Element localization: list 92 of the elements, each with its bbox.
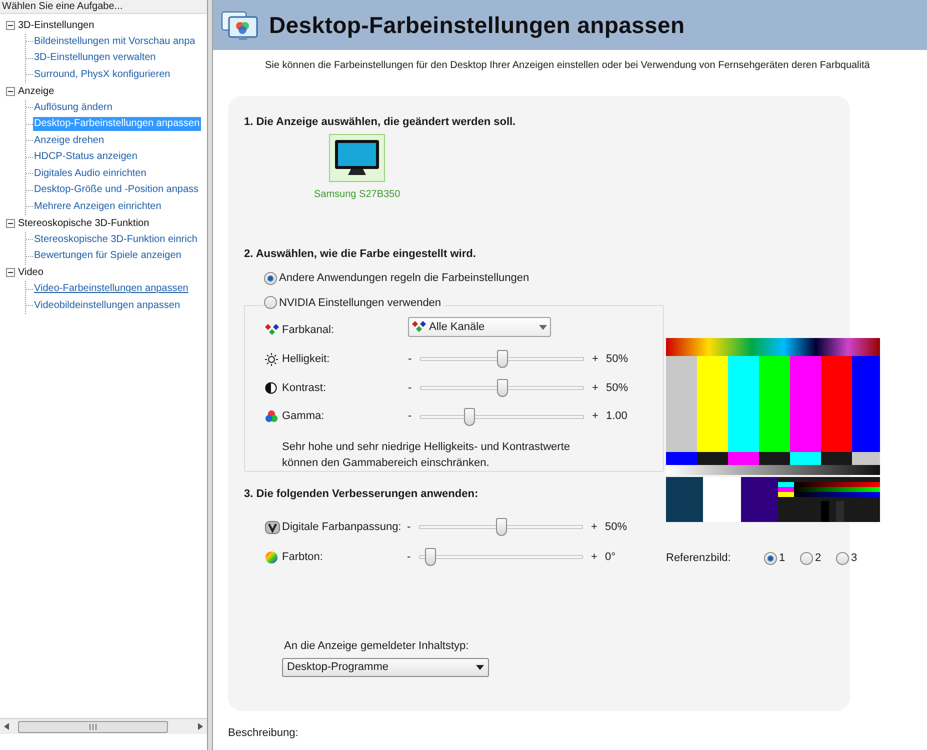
section-heading: 2. Auswählen, wie die Farbe eingestellt wird. <box>244 247 477 260</box>
scroll-left-icon[interactable] <box>4 723 9 730</box>
scroll-right-icon[interactable] <box>198 723 203 730</box>
plus-label: + <box>592 409 600 424</box>
option-label: 3 <box>851 551 858 566</box>
tree-item[interactable]: Mehrere Anzeigen einrichten <box>33 200 162 214</box>
minus-label: - <box>407 550 412 565</box>
slider[interactable] <box>420 406 584 427</box>
value-reading: 1.00 <box>606 409 628 424</box>
slider[interactable] <box>420 378 584 398</box>
note-text: Sehr hohe und sehr niedrige Helligkeits- und Kontrastwerte können den Gammabereich einschränken. <box>281 440 571 471</box>
control-label: Kontrast: <box>282 380 328 396</box>
collapse-icon[interactable] <box>6 86 15 96</box>
slider-thumb[interactable] <box>496 350 508 368</box>
slider-thumb[interactable] <box>425 548 436 566</box>
slider-thumb[interactable] <box>496 378 508 397</box>
collapse-icon[interactable] <box>6 20 15 30</box>
value-reading: 50% <box>606 380 628 396</box>
slider-thumb[interactable] <box>496 518 506 536</box>
page-title: Desktop-Farbeinstellungen anpassen <box>269 10 685 40</box>
minus-label: - <box>408 352 413 367</box>
value-reading: 50% <box>605 520 628 535</box>
minus-label: - <box>408 409 413 424</box>
tree-group[interactable]: Stereoskopische 3D-Funktion <box>18 216 150 231</box>
plus-label: + <box>592 380 600 396</box>
page-description: Sie können die Farbeinstellungen für den Desktop Ihrer Anzeigen einstellen oder bei Verwendung von Fernsehgeräten deren Farbqualitä <box>264 59 871 72</box>
panel-header: Wählen Sie eine Aufgabe... <box>0 0 207 14</box>
tree-item[interactable]: Bildeinstellungen mit Vorschau anpa <box>33 34 196 49</box>
slider-thumb[interactable] <box>464 408 476 426</box>
option-label: NVIDIA Einstellungen verwenden <box>279 296 442 310</box>
content-type-label: An die Anzeige gemeldeter Inhaltstyp: <box>283 639 470 654</box>
tree-item[interactable]: Digitales Audio einrichten <box>33 166 148 181</box>
tree-item[interactable]: Videobildeinstellungen anpassen <box>33 298 182 313</box>
caret-icon <box>476 664 484 670</box>
tree-group[interactable]: Video <box>18 265 44 280</box>
tree-item[interactable]: Anzeige drehen <box>33 134 106 148</box>
collapse-icon[interactable] <box>6 268 15 278</box>
radio-button[interactable] <box>764 552 777 565</box>
radio-button[interactable] <box>264 296 277 310</box>
contrast-icon <box>265 382 277 394</box>
option-label: 1 <box>779 551 786 566</box>
control-label: Helligkeit: <box>282 352 331 367</box>
tree-item[interactable]: Desktop-Größe und -Position anpass <box>33 183 200 198</box>
badge-icon <box>265 520 280 534</box>
tree-group[interactable]: Anzeige <box>18 84 54 99</box>
option-label: 2 <box>815 551 822 566</box>
tree-item[interactable]: 3D-Einstellungen verwalten <box>33 51 157 66</box>
control-label: Gamma: <box>282 409 326 424</box>
display-tile[interactable] <box>329 134 386 182</box>
tree-item[interactable]: Bewertungen für Spiele anzeigen <box>33 249 182 264</box>
color-wheel-icon <box>265 550 278 564</box>
display-name: Samsung S27B350 <box>314 188 400 202</box>
value-reading: 0° <box>605 550 616 565</box>
plus-label: + <box>591 520 598 535</box>
tree-item[interactable]: Stereoskopische 3D-Funktion einrich <box>33 232 198 247</box>
plus-label: + <box>592 352 600 367</box>
minus-label: - <box>408 380 413 396</box>
control-label: Digitale Farbanpassung: <box>282 520 402 535</box>
tree-item[interactable]: Surround, PhysX konfigurieren <box>33 68 172 82</box>
radio-button[interactable] <box>800 552 813 565</box>
radio-button[interactable] <box>836 552 849 565</box>
content-type-dropdown[interactable]: Desktop-Programme <box>282 658 489 676</box>
gems-icon <box>265 324 279 336</box>
reference-label: Referenzbild: <box>666 551 732 566</box>
radio-button[interactable] <box>264 272 277 285</box>
control-label: Farbton: <box>282 550 324 565</box>
tree-item[interactable]: Video-Farbeinstellungen anpassen <box>33 282 190 296</box>
tree-item[interactable]: HDCP-Status anzeigen <box>33 150 138 164</box>
section-heading: 3. Die folgenden Verbesserungen anwenden: <box>244 487 480 500</box>
minus-label: - <box>407 520 412 535</box>
control-label: Farbkanal: <box>282 323 335 338</box>
slider[interactable] <box>420 349 584 370</box>
channel-dropdown[interactable]: Alle Kanäle <box>408 317 551 338</box>
tree-item[interactable]: Auflösung ändern <box>33 100 114 115</box>
description-label: Beschreibung: <box>228 726 300 741</box>
grip-icon <box>88 724 98 730</box>
scrollbar-thumb[interactable] <box>18 720 168 732</box>
collapse-icon[interactable] <box>6 218 15 228</box>
plus-label: + <box>591 550 598 565</box>
value-reading: 50% <box>606 352 628 367</box>
sun-icon <box>265 352 278 366</box>
caret-icon <box>539 324 547 330</box>
slider[interactable] <box>419 517 583 537</box>
slider[interactable] <box>419 547 583 567</box>
color-circles-icon <box>265 410 278 424</box>
monitors-icon <box>221 9 259 41</box>
section-heading: 1. Die Anzeige auswählen, die geändert werden soll. <box>244 115 517 128</box>
gems-icon <box>412 321 426 334</box>
horizontal-scrollbar[interactable] <box>0 718 207 734</box>
tree-group[interactable]: 3D-Einstellungen <box>18 18 94 33</box>
option-label: Andere Anwendungen regeln die Farbeinstellungen <box>279 271 530 286</box>
monitor-icon <box>334 139 380 177</box>
